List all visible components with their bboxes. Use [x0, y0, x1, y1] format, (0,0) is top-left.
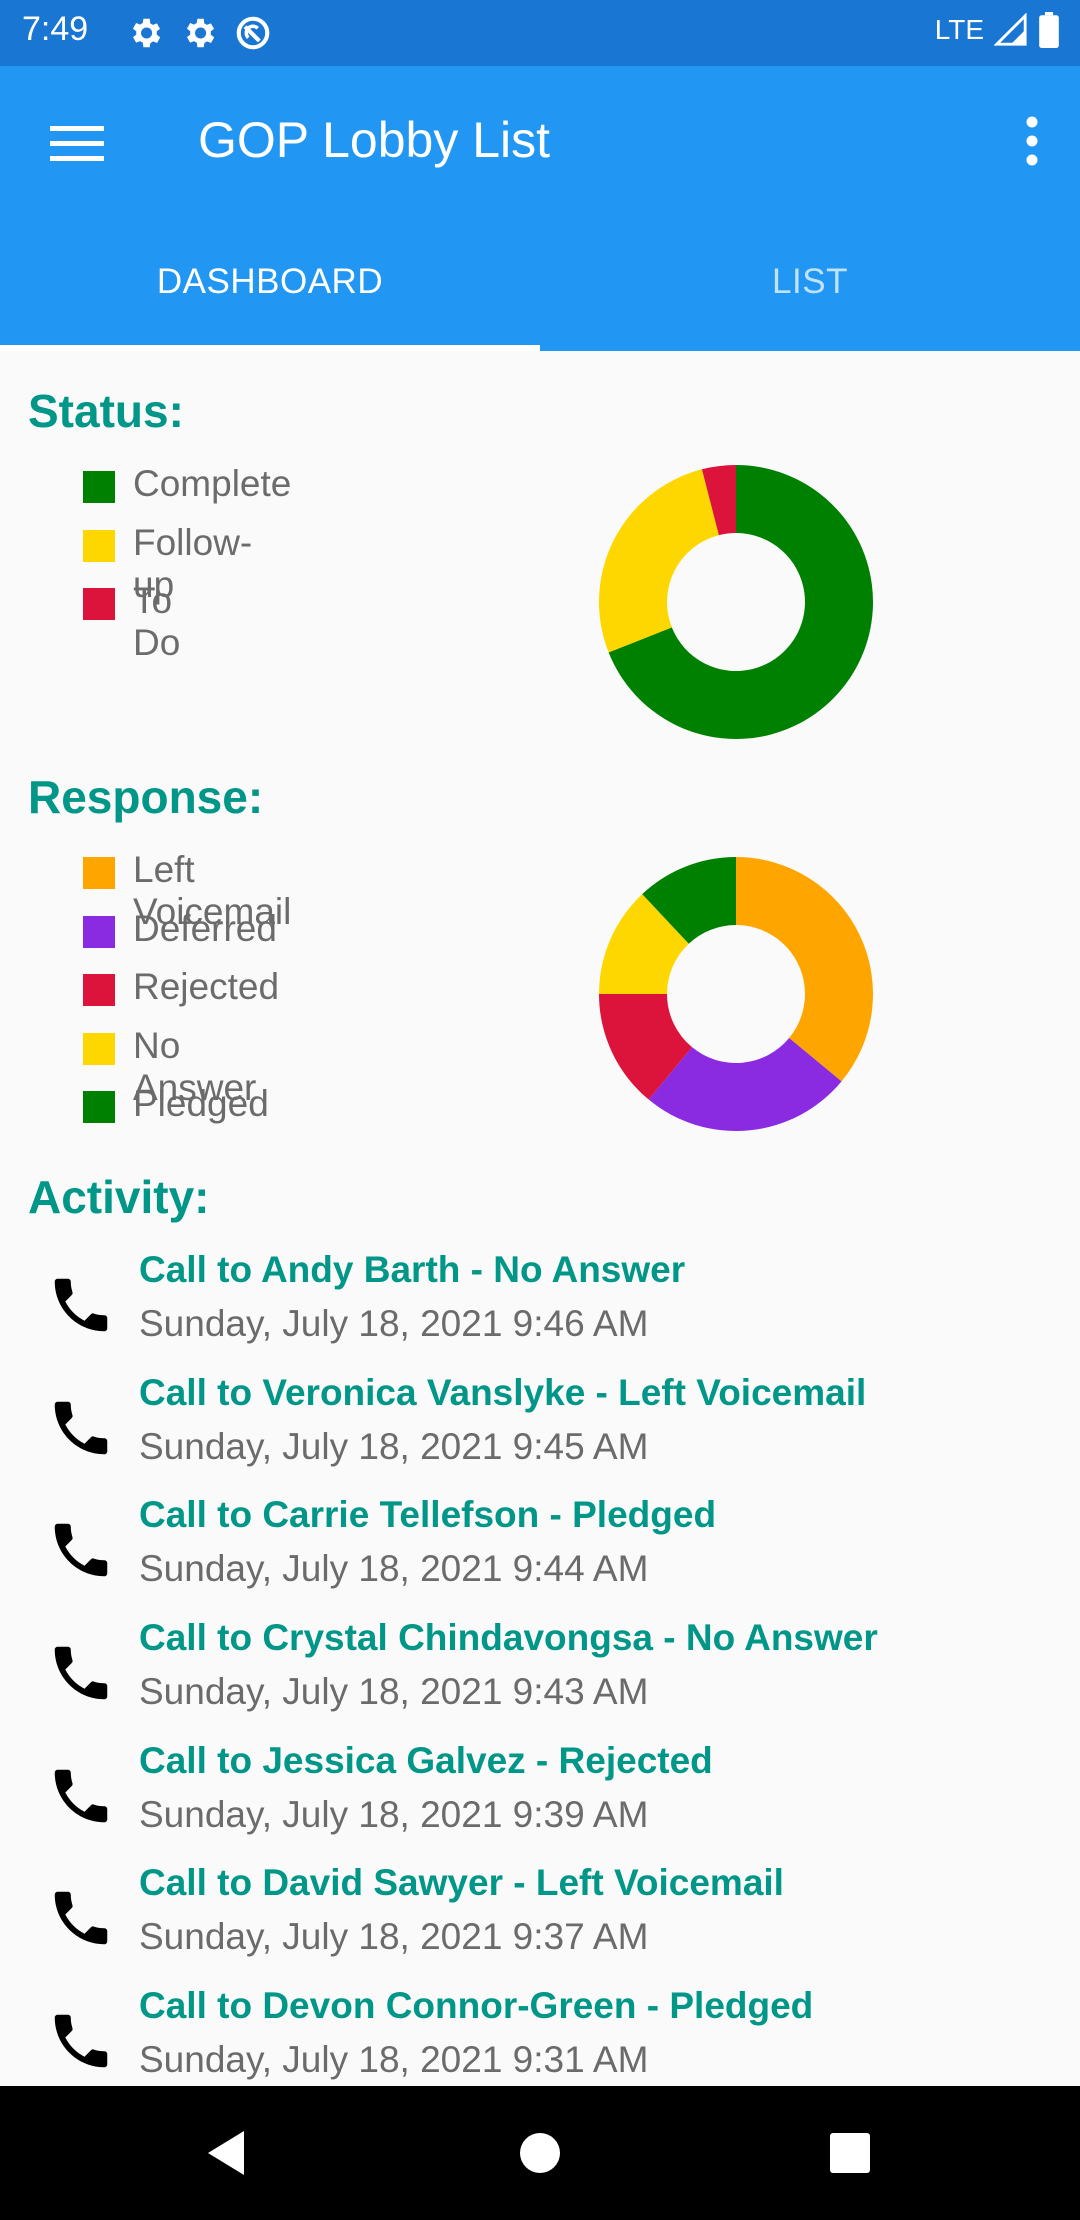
legend-swatch	[83, 1032, 115, 1065]
legend-label: Complete	[133, 463, 292, 504]
recents-icon	[830, 2133, 870, 2173]
activity-title: Call to Jessica Galvez - Rejected	[139, 1739, 713, 1781]
phone-icon	[54, 1892, 108, 1945]
legend-swatch	[83, 471, 115, 503]
legend-label: Deferred	[133, 907, 277, 949]
tab-indicator	[0, 345, 540, 351]
activity-title: Call to Veronica Vanslyke - Left Voicema…	[139, 1371, 867, 1413]
navigation-bar	[0, 2086, 1080, 2220]
activity-item[interactable]: Call to Andy Barth - No Answer Sunday, Ju…	[0, 1236, 1080, 1359]
overflow-menu-button[interactable]	[1014, 114, 1050, 170]
activity-title: Call to Devon Connor-Green - Pledged	[139, 1985, 814, 2027]
menu-button[interactable]	[50, 123, 104, 163]
status-time: 7:49	[22, 10, 89, 48]
response-donut-chart	[599, 857, 873, 1131]
activity-time: Sunday, July 18, 2021 9:39 AM	[139, 1793, 649, 1835]
legend-swatch	[83, 915, 115, 948]
activity-list: Call to Andy Barth - No Answer Sunday, Ju…	[0, 1236, 1080, 2086]
battery-icon	[1039, 12, 1059, 48]
activity-item[interactable]: Call to Veronica Vanslyke - Left Voicema…	[0, 1359, 1080, 1482]
legend-swatch	[83, 1091, 115, 1123]
back-icon	[208, 2131, 244, 2175]
phone-icon	[54, 1769, 108, 1822]
legend-swatch	[83, 974, 115, 1006]
more-vert-icon	[1026, 116, 1038, 166]
legend-label: To Do	[133, 580, 181, 663]
legend-label: Rejected	[133, 966, 280, 1007]
legend-label: Pledged	[133, 1083, 269, 1124]
gear-icon	[186, 18, 215, 48]
activity-time: Sunday, July 18, 2021 9:46 AM	[139, 1303, 649, 1344]
tab-dashboard[interactable]: DASHBOARD	[0, 262, 540, 302]
legend-swatch	[83, 588, 115, 620]
activity-item[interactable]: Call to Devon Connor-Green - Pledged Sund…	[0, 1972, 1080, 2086]
legend-swatch	[83, 529, 115, 562]
status-donut-chart	[599, 465, 873, 739]
activity-time: Sunday, July 18, 2021 9:43 AM	[139, 1671, 649, 1713]
recents-button[interactable]	[820, 2123, 880, 2183]
status-right: LTE	[935, 12, 1060, 48]
activity-title: Call to David Sawyer - Left Voicemail	[139, 1862, 784, 1904]
phone-icon	[54, 1646, 108, 1700]
menu-icon	[50, 126, 104, 161]
back-button[interactable]	[200, 2123, 260, 2183]
activity-time: Sunday, July 18, 2021 9:37 AM	[139, 1916, 649, 1958]
status-bar: 7:49 LTE	[0, 0, 1080, 66]
activity-time: Sunday, July 18, 2021 9:44 AM	[139, 1548, 649, 1590]
status-slice-follow-up	[599, 469, 719, 653]
phone-icon	[54, 2014, 108, 2068]
network-type: LTE	[934, 14, 984, 45]
app-title: GOP Lobby List	[198, 112, 551, 168]
activity-heading: Activity:	[28, 1171, 210, 1223]
notification-icons	[126, 14, 272, 52]
activity-item[interactable]: Call to David Sawyer - Left Voicemail Sun…	[0, 1849, 1080, 1972]
activity-title: Call to Crystal Chindavongsa - No Answer	[139, 1617, 878, 1659]
activity-item[interactable]: Call to Crystal Chindavongsa - No Answer…	[0, 1604, 1080, 1727]
activity-item[interactable]: Call to Jessica Galvez - Rejected Sunday,…	[0, 1727, 1080, 1850]
activity-time: Sunday, July 18, 2021 9:45 AM	[139, 1425, 649, 1467]
sync-icon	[236, 16, 270, 50]
legend-swatch	[83, 857, 115, 889]
signal-icon	[994, 13, 1027, 46]
phone-icon	[54, 1401, 108, 1454]
app-bar: GOP Lobby List DASHBOARD LIST	[0, 66, 1080, 351]
phone-icon	[54, 1278, 108, 1332]
activity-title: Call to Carrie Tellefson - Pledged	[139, 1494, 717, 1536]
activity-title: Call to Andy Barth - No Answer	[139, 1249, 686, 1290]
tab-list[interactable]: LIST	[540, 262, 1080, 302]
home-icon	[520, 2133, 560, 2173]
gear-icon	[132, 18, 161, 48]
activity-time: Sunday, July 18, 2021 9:31 AM	[139, 2039, 649, 2081]
status-heading: Status:	[28, 385, 184, 437]
response-heading: Response:	[28, 771, 264, 823]
response-slice-left-voicemail	[736, 857, 873, 1082]
home-button[interactable]	[510, 2123, 570, 2183]
phone-icon	[54, 1524, 108, 1577]
activity-item[interactable]: Call to Carrie Tellefson - Pledged Sunday…	[0, 1481, 1080, 1604]
